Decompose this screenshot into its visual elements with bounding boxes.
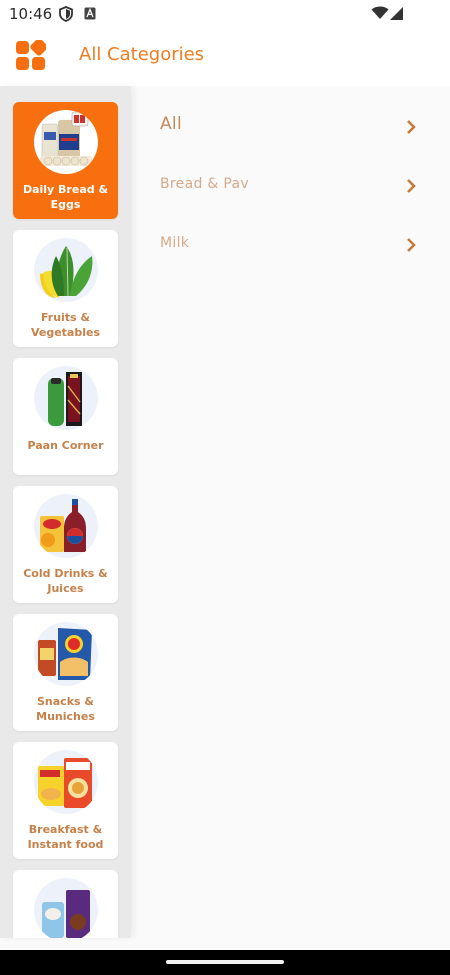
system-nav-bar (0, 950, 450, 975)
status-bar: 10:46 (0, 0, 450, 28)
breakfast-image (34, 750, 98, 814)
category-card-daily-bread-eggs[interactable]: Daily Bread & Eggs (13, 102, 118, 219)
shield-icon (59, 6, 73, 22)
chevron-right-icon (407, 238, 416, 252)
category-sidebar[interactable]: Daily Bread & Eggs Fruits & Vegetables P… (0, 86, 131, 938)
category-card-breakfast-instant-food[interactable]: Breakfast & Instant food (13, 742, 118, 859)
chevron-right-icon (407, 120, 416, 134)
page-title: All Categories (79, 44, 205, 65)
subcategory-item-all[interactable]: All (160, 108, 416, 148)
category-card-ice-cream[interactable] (13, 870, 118, 938)
subcategory-label: Bread & Pav (160, 176, 249, 192)
wifi-icon (371, 6, 389, 19)
signal-icon (390, 7, 403, 20)
subcategory-item-milk[interactable]: Milk (160, 226, 416, 266)
subcategory-label: All (160, 114, 182, 134)
status-time: 10:46 (9, 5, 53, 23)
category-label: Cold Drinks & Juices (23, 567, 108, 595)
category-card-paan-corner[interactable]: Paan Corner (13, 358, 118, 475)
cold-drinks-image (34, 494, 98, 558)
category-card-cold-drinks-juices[interactable]: Cold Drinks & Juices (13, 486, 118, 603)
bread-eggs-image (34, 110, 98, 174)
a-box-icon (84, 7, 96, 20)
categories-grid-icon[interactable] (15, 40, 46, 71)
fruits-vegetables-image (34, 238, 98, 302)
category-label: Daily Bread & Eggs (22, 183, 109, 211)
snacks-image (34, 622, 98, 686)
paan-corner-image (34, 366, 98, 430)
chevron-right-icon (407, 179, 416, 193)
subcategory-item-bread-pav[interactable]: Bread & Pav (160, 167, 416, 207)
category-card-fruits-vegetables[interactable]: Fruits & Vegetables (13, 230, 118, 347)
category-label: Snacks & Muniches (36, 695, 95, 723)
app-bar: All Categories (0, 28, 450, 86)
category-label: Breakfast & Instant food (27, 823, 104, 851)
ice-cream-chocolate-image (34, 878, 98, 938)
category-label: Paan Corner (27, 439, 104, 452)
category-card-snacks-muniches[interactable]: Snacks & Muniches (13, 614, 118, 731)
home-gesture-handle[interactable] (166, 960, 284, 964)
category-label: Fruits & Vegetables (30, 311, 101, 339)
subcategory-label: Milk (160, 235, 190, 251)
main-content: Daily Bread & Eggs Fruits & Vegetables P… (0, 86, 450, 950)
